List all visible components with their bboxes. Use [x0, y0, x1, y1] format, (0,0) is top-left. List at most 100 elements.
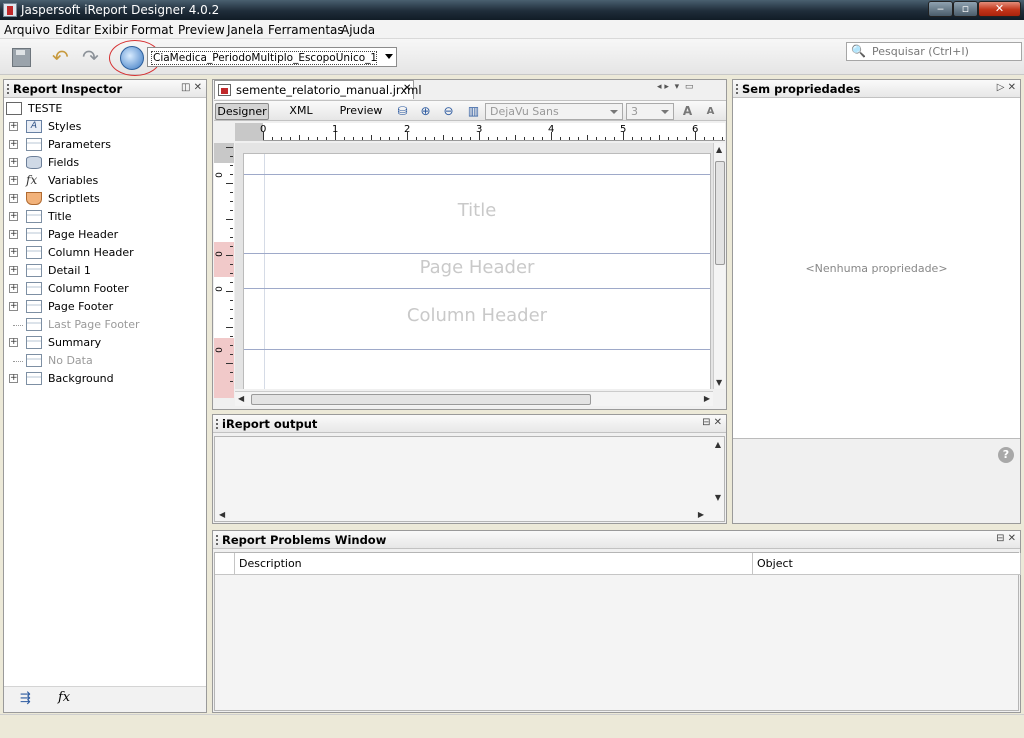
report-problems-panel: Report Problems Window ⊟ ✕ Description O…	[212, 530, 1021, 713]
add-variable-icon[interactable]: fx	[58, 690, 70, 705]
expand-toggle-icon[interactable]: +	[9, 266, 18, 275]
tree-item[interactable]: + Column Header	[4, 244, 204, 262]
tree-item[interactable]: + Page Footer	[4, 298, 204, 316]
expand-toggle-icon[interactable]: +	[9, 158, 18, 167]
panel-controls[interactable]: ⊟ ✕	[702, 417, 722, 428]
column-header-object[interactable]: Object	[753, 553, 1021, 575]
expand-toggle-icon[interactable]: +	[9, 284, 18, 293]
expand-toggle-icon[interactable]: +	[9, 338, 18, 347]
scroll-thumb[interactable]	[715, 161, 725, 265]
format-painter-icon[interactable]: ▥	[466, 104, 481, 119]
ruler-tick	[515, 135, 516, 140]
ruler-tick	[569, 137, 570, 140]
menu-ferramentas[interactable]: Ferramentas	[268, 23, 344, 37]
scroll-left-icon[interactable]: ◀	[219, 510, 225, 519]
tree-item[interactable]: + Parameters	[4, 136, 204, 154]
vertical-scrollbar[interactable]: ▲ ▼	[713, 143, 725, 389]
ruler-tick	[230, 345, 233, 346]
menu-preview[interactable]: Preview	[178, 23, 225, 37]
scroll-left-icon[interactable]: ◀	[238, 394, 244, 403]
decrease-font-icon[interactable]: A	[703, 104, 718, 119]
search-input[interactable]: 🔍 Pesquisar (Ctrl+I)	[846, 42, 1022, 61]
expand-toggle-icon[interactable]: +	[9, 194, 18, 203]
add-parameter-icon[interactable]: ⇶	[20, 691, 31, 706]
document-tab[interactable]: semente_relatorio_manual.jrxml ✕	[214, 80, 422, 99]
database-icon[interactable]: ⛁	[395, 104, 410, 119]
expand-toggle-icon[interactable]: +	[9, 122, 18, 131]
tree-item[interactable]: No Data	[4, 352, 204, 370]
column-header-description[interactable]: Description	[235, 553, 753, 575]
drag-grip-icon[interactable]	[736, 84, 738, 94]
redo-icon[interactable]: ↷	[82, 47, 104, 67]
menu-janela[interactable]: Janela	[227, 23, 264, 37]
band-divider[interactable]	[244, 349, 710, 350]
preview-mode-button[interactable]: Preview	[336, 103, 386, 120]
zoom-out-icon[interactable]: ⊖	[441, 104, 456, 119]
fields-icon	[26, 156, 42, 169]
expand-toggle-icon[interactable]: +	[9, 140, 18, 149]
scroll-right-icon[interactable]: ▶	[698, 510, 704, 519]
scroll-down-icon[interactable]: ▼	[716, 378, 722, 387]
tree-item[interactable]: Last Page Footer	[4, 316, 204, 334]
tree-root[interactable]: TESTE	[4, 100, 204, 118]
tree-item[interactable]: + Title	[4, 208, 204, 226]
designer-mode-button[interactable]: Designer	[215, 103, 269, 120]
font-size-value: 3	[631, 105, 638, 118]
tree-item[interactable]: + Detail 1	[4, 262, 204, 280]
table-corner	[215, 553, 235, 575]
help-icon[interactable]: ?	[998, 447, 1014, 463]
menu-editar[interactable]: Editar	[55, 23, 91, 37]
band-divider[interactable]	[244, 253, 710, 254]
ruler-tick	[230, 282, 233, 283]
datasource-select[interactable]: CiaMedica_PeriodoMultiplo_EscopoUnico_14	[147, 47, 397, 67]
font-size-select[interactable]: 3	[626, 103, 674, 120]
scroll-down-icon[interactable]: ▼	[715, 493, 721, 502]
scroll-up-icon[interactable]: ▲	[716, 145, 722, 154]
undo-icon[interactable]: ↶	[52, 47, 74, 67]
close-tab-icon[interactable]: ✕	[403, 83, 411, 94]
scroll-thumb[interactable]	[251, 394, 591, 405]
band-divider[interactable]	[244, 288, 710, 289]
drag-grip-icon[interactable]	[216, 419, 218, 429]
drag-grip-icon[interactable]	[7, 84, 9, 94]
scroll-up-icon[interactable]: ▲	[715, 440, 721, 449]
tree-item[interactable]: + A Styles	[4, 118, 204, 136]
expand-toggle-icon[interactable]: +	[9, 302, 18, 311]
increase-font-icon[interactable]: A	[680, 104, 695, 119]
scroll-right-icon[interactable]: ▶	[704, 394, 710, 403]
zoom-in-icon[interactable]: ⊕	[418, 104, 433, 119]
horizontal-scrollbar[interactable]: ◀ ▶	[235, 391, 713, 406]
report-canvas[interactable]: Title Page Header Column Header	[235, 143, 713, 389]
xml-mode-button[interactable]: XML	[286, 103, 316, 120]
expand-toggle-icon[interactable]: +	[9, 248, 18, 257]
expand-toggle-icon[interactable]: +	[9, 212, 18, 221]
menu-exibir[interactable]: Exibir	[94, 23, 128, 37]
panel-controls[interactable]: ◫ ✕	[181, 82, 202, 93]
font-family-select[interactable]: DejaVu Sans	[485, 103, 623, 120]
tree-connector	[13, 361, 23, 362]
tree-item[interactable]: + Scriptlets	[4, 190, 204, 208]
close-window-button[interactable]: ✕	[978, 1, 1021, 17]
minimize-button[interactable]: ‒	[928, 1, 953, 17]
output-area[interactable]: ▲ ▼ ◀ ▶	[214, 436, 725, 522]
menu-ajuda[interactable]: Ajuda	[341, 23, 375, 37]
drag-grip-icon[interactable]	[216, 535, 218, 545]
tree-item[interactable]: + Page Header	[4, 226, 204, 244]
tree-item[interactable]: + Background	[4, 370, 204, 388]
tree-item[interactable]: + fx Variables	[4, 172, 204, 190]
tree-item[interactable]: + Column Footer	[4, 280, 204, 298]
expand-toggle-icon[interactable]: +	[9, 230, 18, 239]
tab-navigation[interactable]: ◂ ▸ ▾ ▭	[657, 82, 693, 92]
tree-item[interactable]: + Summary	[4, 334, 204, 352]
band-divider[interactable]	[244, 174, 710, 175]
panel-controls[interactable]: ⊟ ✕	[996, 533, 1016, 544]
report-page[interactable]: Title Page Header Column Header	[243, 153, 711, 389]
tree-item[interactable]: + Fields	[4, 154, 204, 172]
save-all-icon[interactable]	[10, 47, 32, 67]
expand-toggle-icon[interactable]: +	[9, 374, 18, 383]
maximize-button[interactable]: ▫	[953, 1, 978, 17]
menu-format[interactable]: Format	[131, 23, 173, 37]
expand-toggle-icon[interactable]: +	[9, 176, 18, 185]
menu-arquivo[interactable]: Arquivo	[4, 23, 50, 37]
panel-controls[interactable]: ▷ ✕	[997, 82, 1016, 93]
